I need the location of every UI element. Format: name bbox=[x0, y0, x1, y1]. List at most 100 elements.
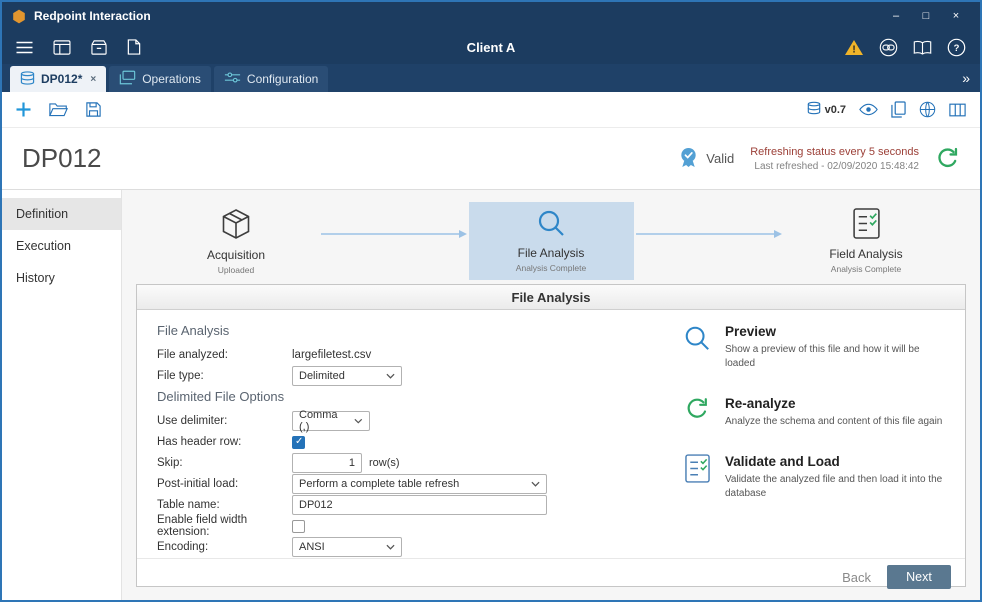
main-toolbar: Client A ! ? bbox=[2, 30, 980, 64]
back-button[interactable]: Back bbox=[842, 570, 871, 585]
tab-dp012[interactable]: DP012* × bbox=[10, 66, 106, 92]
globe-icon[interactable] bbox=[919, 101, 936, 118]
refresh-interval-text: Refreshing status every 5 seconds bbox=[750, 146, 919, 158]
selected-option: Perform a complete table refresh bbox=[299, 478, 459, 490]
tabbar: DP012* × Operations Configuration » bbox=[2, 64, 980, 92]
step-field-analysis[interactable]: Field Analysis Analysis Complete bbox=[784, 202, 949, 280]
page-header: DP012 Valid Refreshing status every 5 se… bbox=[2, 128, 980, 190]
tab-operations[interactable]: Operations bbox=[109, 66, 211, 92]
preview-eye-icon[interactable] bbox=[859, 103, 878, 116]
body: Definition Execution History Acquisition… bbox=[2, 190, 980, 600]
step-subtitle: Analysis Complete bbox=[516, 263, 586, 273]
menu-icon[interactable] bbox=[16, 41, 33, 54]
step-file-analysis[interactable]: File Analysis Analysis Complete bbox=[469, 202, 634, 280]
field-width-extension-checkbox[interactable] bbox=[292, 520, 305, 533]
form-row: Enable field width extension: bbox=[157, 516, 717, 536]
panel-footer: Back Next bbox=[137, 558, 965, 595]
app-title: Redpoint Interaction bbox=[34, 9, 151, 23]
chevron-down-icon bbox=[386, 373, 395, 379]
help-icon[interactable]: ? bbox=[947, 38, 966, 57]
open-folder-icon[interactable] bbox=[49, 102, 68, 117]
skip-input[interactable] bbox=[292, 453, 362, 473]
layout-panels-icon[interactable] bbox=[949, 103, 966, 117]
form-row: Use delimiter: Comma (,) bbox=[157, 411, 717, 431]
chevron-down-icon bbox=[386, 544, 395, 550]
file-settings-icon[interactable] bbox=[127, 39, 141, 55]
action-title: Preview bbox=[725, 324, 949, 339]
action-desc: Validate the analyzed file and then load… bbox=[725, 473, 949, 501]
stepper-arrow bbox=[634, 226, 784, 244]
form-row: Post-initial load: Perform a complete ta… bbox=[157, 474, 717, 494]
boards-icon[interactable] bbox=[53, 40, 71, 55]
form-row: File type: Delimited bbox=[157, 366, 717, 386]
app-logo-icon bbox=[12, 9, 26, 24]
form-row: Encoding: ANSI bbox=[157, 537, 717, 557]
encoding-select[interactable]: ANSI bbox=[292, 537, 402, 557]
table-name-input[interactable] bbox=[292, 495, 547, 515]
tab-configuration[interactable]: Configuration bbox=[214, 66, 328, 92]
last-refreshed-text: Last refreshed - 02/09/2020 15:48:42 bbox=[750, 161, 919, 172]
close-button[interactable]: × bbox=[942, 5, 970, 27]
stepper-arrow bbox=[319, 226, 469, 244]
post-initial-load-label: Post-initial load: bbox=[157, 478, 292, 490]
action-desc: Show a preview of this file and how it w… bbox=[725, 343, 949, 371]
valid-check-icon bbox=[678, 147, 699, 171]
use-delimiter-select[interactable]: Comma (,) bbox=[292, 411, 370, 431]
post-initial-load-select[interactable]: Perform a complete table refresh bbox=[292, 474, 547, 494]
selected-option: Delimited bbox=[299, 370, 345, 382]
add-icon[interactable] bbox=[16, 102, 31, 117]
action-desc: Analyze the schema and content of this f… bbox=[725, 415, 942, 429]
copy-icon[interactable] bbox=[891, 101, 906, 118]
tab-close-icon[interactable]: × bbox=[90, 74, 96, 85]
preview-action[interactable]: Preview Show a preview of this file and … bbox=[681, 324, 949, 371]
connections-icon[interactable] bbox=[879, 38, 898, 57]
tab-label: Configuration bbox=[247, 72, 318, 86]
app-window: Redpoint Interaction – □ × Client A bbox=[0, 0, 982, 602]
form-row: Table name: bbox=[157, 495, 717, 515]
file-type-select[interactable]: Delimited bbox=[292, 366, 402, 386]
document-check-icon bbox=[853, 208, 880, 244]
form-row: Has header row: bbox=[157, 432, 717, 452]
status-label: Valid bbox=[706, 151, 734, 166]
chevron-down-icon bbox=[354, 418, 363, 424]
tab-overflow-chevrons[interactable]: » bbox=[952, 70, 980, 86]
client-name: Client A bbox=[467, 40, 516, 55]
section-heading-file-analysis: File Analysis bbox=[157, 323, 717, 338]
table-icon bbox=[20, 71, 35, 88]
reanalyze-action[interactable]: Re-analyze Analyze the schema and conten… bbox=[681, 396, 949, 429]
validate-and-load-action[interactable]: Validate and Load Validate the analyzed … bbox=[681, 454, 949, 501]
skip-suffix: row(s) bbox=[369, 457, 400, 469]
next-button[interactable]: Next bbox=[887, 565, 951, 589]
sidebar-item-definition[interactable]: Definition bbox=[2, 198, 121, 230]
maximize-button[interactable]: □ bbox=[912, 5, 940, 27]
section-heading-delimited-options: Delimited File Options bbox=[157, 389, 717, 404]
refresh-status: Refreshing status every 5 seconds Last r… bbox=[750, 146, 919, 172]
step-title: Acquisition bbox=[207, 248, 265, 262]
minimize-button[interactable]: – bbox=[882, 5, 910, 27]
sidebar: Definition Execution History bbox=[2, 190, 122, 600]
save-icon[interactable] bbox=[86, 102, 101, 117]
magnifier-icon bbox=[536, 208, 566, 243]
sidebar-item-history[interactable]: History bbox=[2, 262, 121, 294]
exclaim-glyph: ! bbox=[852, 44, 855, 55]
refresh-button[interactable] bbox=[935, 146, 960, 171]
chevron-down-icon bbox=[531, 481, 540, 487]
tab-label: Operations bbox=[142, 72, 201, 86]
preview-magnifier-icon bbox=[681, 324, 713, 371]
step-acquisition[interactable]: Acquisition Uploaded bbox=[154, 202, 319, 280]
has-header-row-checkbox[interactable] bbox=[292, 436, 305, 449]
page-title: DP012 bbox=[22, 143, 102, 174]
documentation-book-icon[interactable] bbox=[913, 40, 932, 55]
alerts-warning-icon[interactable]: ! bbox=[844, 39, 864, 56]
question-glyph: ? bbox=[954, 42, 960, 53]
step-title: Field Analysis bbox=[829, 247, 902, 261]
tab-label: DP012* bbox=[41, 72, 82, 86]
package-icon[interactable] bbox=[91, 40, 107, 55]
version-db-icon bbox=[807, 101, 821, 118]
sidebar-item-execution[interactable]: Execution bbox=[2, 230, 121, 262]
selected-option: Comma (,) bbox=[299, 409, 348, 433]
step-title: File Analysis bbox=[518, 246, 585, 260]
has-header-row-label: Has header row: bbox=[157, 436, 292, 448]
workflow-stepper: Acquisition Uploaded File Analysis Analy… bbox=[122, 190, 980, 280]
configuration-icon bbox=[224, 71, 241, 87]
